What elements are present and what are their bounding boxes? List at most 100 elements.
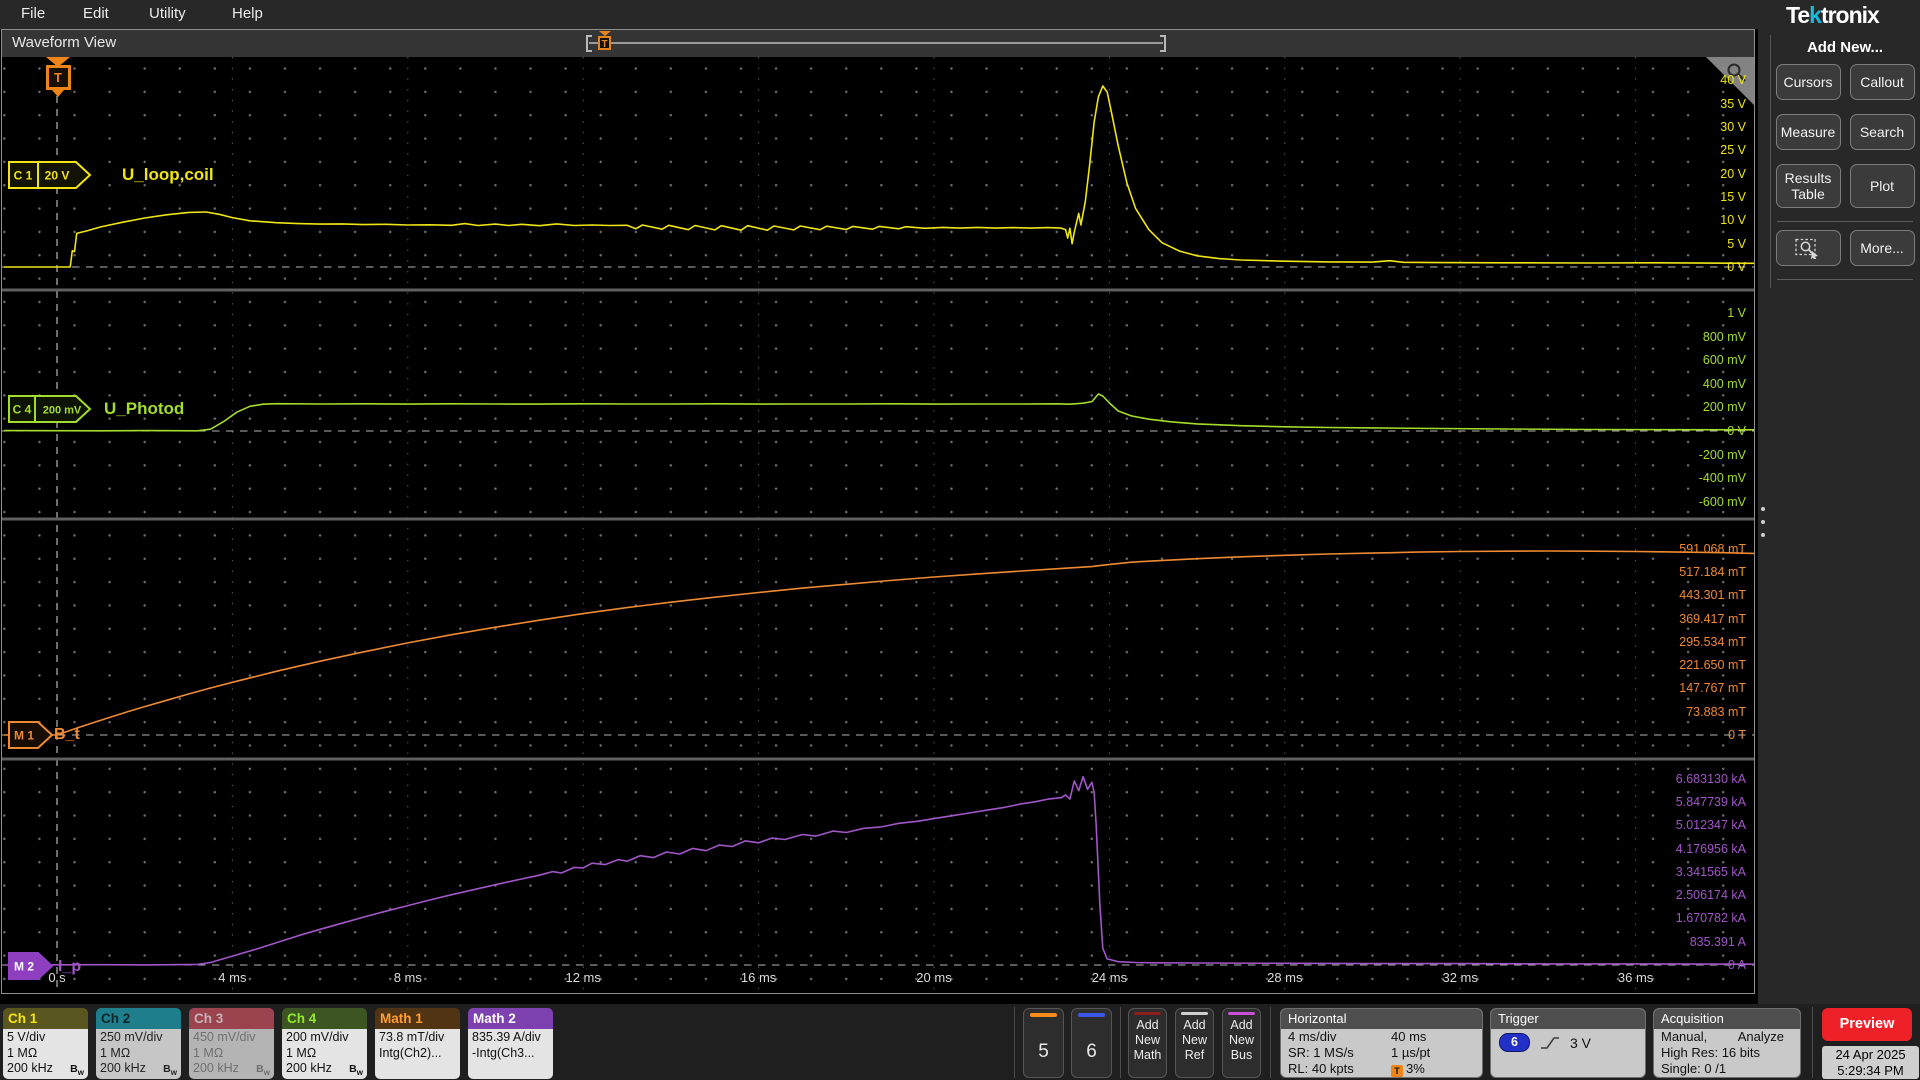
plot-button[interactable]: Plot: [1849, 164, 1915, 208]
measure-button[interactable]: Measure: [1775, 114, 1841, 150]
date-text: 24 Apr 2025: [1835, 1047, 1906, 1062]
trace-label-ch1[interactable]: U_loop,coil: [122, 161, 214, 189]
slot-number: 5: [1038, 1041, 1049, 1062]
math2-scale-label: 5.847739 kA: [1675, 794, 1746, 809]
add-new-math-button[interactable]: Add New Math: [1128, 1008, 1167, 1078]
channel-badges-row: Ch 15 V/div 1 MΩ 200 kHz Bw Ch 2 250 mV/div 1 …: [3, 1008, 553, 1079]
zoom-select-button[interactable]: [1775, 230, 1841, 266]
ch4-scale-label: 400 mV: [1702, 376, 1746, 391]
more-button[interactable]: More...: [1849, 230, 1915, 266]
slot-number: 6: [1086, 1041, 1097, 1062]
add-new-bus-button[interactable]: Add New Bus: [1222, 1008, 1261, 1078]
datetime-display: 24 Apr 2025 5:29:34 PM: [1822, 1046, 1919, 1079]
trigger-panel[interactable]: Trigger 6 3 V: [1490, 1008, 1646, 1078]
channel-badge-row: 200 kHz Bw: [100, 1061, 177, 1077]
bottom-settings-bar: Ch 15 V/div 1 MΩ 200 kHz Bw Ch 2 250 mV/div 1 …: [0, 1004, 1920, 1080]
callout-button[interactable]: Callout: [1849, 64, 1915, 100]
channel-badge-ch2[interactable]: Ch 2 250 mV/div 1 MΩ 200 kHz Bw: [96, 1008, 181, 1079]
panel-drag-handle[interactable]: [1761, 507, 1765, 546]
math2-scale-label: 0 A: [1727, 958, 1746, 972]
results-table-button[interactable]: Results Table: [1775, 164, 1841, 208]
sidebar-divider: [1777, 279, 1913, 280]
add-button-label-line: Add: [1183, 1018, 1206, 1032]
channel-badge-row: 200 kHz Bw: [7, 1061, 84, 1077]
acquisition-panel[interactable]: Acquisition Manual, Analyze High Res: 16 …: [1653, 1008, 1801, 1078]
menu-edit[interactable]: Edit: [83, 5, 109, 22]
sidebar-divider: [1777, 221, 1913, 222]
ch1-scale-label: 15 V: [1720, 190, 1746, 205]
bandwidth-icon: Bw: [163, 1063, 177, 1078]
menu-file[interactable]: File: [21, 5, 45, 22]
menu-utility[interactable]: Utility: [149, 5, 186, 22]
svg-text:C 1: C 1: [14, 169, 33, 183]
horizontal-position: 3%: [1406, 1061, 1425, 1076]
channel-badge-row: 1 MΩ: [286, 1045, 317, 1060]
channel-slot-6[interactable]: 6: [1071, 1008, 1112, 1078]
channel-badge-ch1[interactable]: Ch 15 V/div 1 MΩ 200 kHz Bw: [3, 1008, 88, 1079]
add-button-label-line: Math: [1133, 1048, 1162, 1062]
time-axis-label: 28 ms: [1267, 970, 1303, 985]
math2-scale-label: 835.391 A: [1689, 934, 1746, 949]
channel-badge-ch4[interactable]: Ch 4 200 mV/div 1 MΩ 200 kHz Bw: [282, 1008, 367, 1079]
zoom-select-icon: [1795, 238, 1818, 259]
indicator-trigger-flag-icon[interactable]: T: [598, 36, 611, 50]
trace-label-math1[interactable]: B_t: [54, 721, 80, 749]
add-button-label-line: Add: [1230, 1018, 1253, 1032]
add-button-label-line: New: [1228, 1033, 1254, 1047]
acquisition-detail: High Res: 16 bits: [1661, 1045, 1760, 1060]
channel-badge-row: 450 mV/div: [193, 1030, 256, 1044]
preview-button[interactable]: Preview: [1822, 1008, 1912, 1041]
channel-badge-row: -Intg(Ch3...: [472, 1045, 535, 1060]
channel-badge-math2[interactable]: Math 2 835.39 A/div -Intg(Ch3...: [468, 1008, 553, 1079]
time-axis-label: 20 ms: [916, 970, 952, 985]
channel-badge-row: 200 kHz Bw: [193, 1061, 270, 1077]
trigger-panel-title: Trigger: [1491, 1009, 1645, 1029]
math2-scale-label: 6.683130 kA: [1675, 771, 1746, 786]
channel-badge-title: Math 1: [375, 1008, 460, 1029]
horizontal-position-indicator[interactable]: T: [586, 31, 1166, 52]
trace-label-ch4[interactable]: U_Photod: [104, 395, 184, 423]
horizontal-panel[interactable]: Horizontal 4 ms/div 40 ms SR: 1 MS/s 1 µs/…: [1280, 1008, 1483, 1078]
add-new-header: Add New...: [1806, 39, 1884, 56]
add-button-color-stripe: [1181, 1012, 1208, 1015]
trigger-marker-flag-icon: T: [45, 65, 71, 90]
channel-badge-row: 200 kHz Bw: [286, 1061, 363, 1077]
trigger-marker-tip-icon: [52, 90, 64, 97]
indicator-line: [589, 42, 1163, 44]
ch1-scale-label: 0 V: [1727, 260, 1746, 274]
math1-scale-label: 0 T: [1728, 728, 1746, 742]
math1-scale-label: 591.068 mT: [1679, 541, 1746, 556]
trigger-flag-icon: T: [1391, 1065, 1403, 1077]
separator: [1812, 1007, 1813, 1078]
ch1-scale-label: 20 V: [1720, 166, 1746, 181]
channel-badge-math1[interactable]: Math 1 73.8 mT/div Intg(Ch2)...: [375, 1008, 460, 1079]
add-new-ref-button[interactable]: Add New Ref: [1175, 1008, 1214, 1078]
channel-badge-ch3[interactable]: Ch 3 450 mV/div 1 MΩ 200 kHz Bw: [189, 1008, 274, 1079]
channel-badge-row: 200 mV/div: [286, 1030, 349, 1044]
search-button[interactable]: Search: [1849, 114, 1915, 150]
ch4-scale-label: 200 mV: [1702, 400, 1746, 415]
waveform-traces: [2, 57, 1754, 993]
math2-scale-label: 3.341565 kA: [1675, 864, 1746, 879]
tektronix-logo: Tektronix: [1786, 2, 1880, 28]
channel-slot-5[interactable]: 5: [1023, 1008, 1064, 1078]
channel-badge-title: Ch 4: [282, 1008, 367, 1029]
menu-help[interactable]: Help: [232, 5, 263, 22]
acquisition-analyze: Analyze: [1737, 1029, 1784, 1044]
add-button-color-stripe: [1134, 1012, 1161, 1015]
horizontal-resolution: 1 µs/pt: [1391, 1045, 1431, 1060]
trigger-level: 3 V: [1570, 1034, 1592, 1051]
add-new-buttons: Add New Math Add New Ref Add New Bus: [1128, 1008, 1261, 1078]
math1-scale-label: 369.417 mT: [1679, 611, 1746, 626]
add-button-color-stripe: [1228, 1012, 1255, 1015]
horizontal-panel-title: Horizontal: [1281, 1009, 1482, 1029]
svg-text:20 V: 20 V: [45, 169, 70, 183]
trigger-position-marker[interactable]: T: [45, 57, 71, 97]
bandwidth-icon: Bw: [256, 1063, 270, 1078]
waveform-plot[interactable]: T C 1 20 V U_loop,coil C 4 200 mV U_Phot…: [2, 57, 1754, 993]
math-badge-m1[interactable]: M 1: [8, 721, 54, 749]
channel-badge-c4[interactable]: C 4 200 mV: [8, 395, 92, 423]
cursors-button[interactable]: Cursors: [1775, 64, 1841, 100]
channel-badge-c1[interactable]: C 1 20 V: [8, 161, 92, 189]
bandwidth-icon: Bw: [70, 1063, 84, 1078]
